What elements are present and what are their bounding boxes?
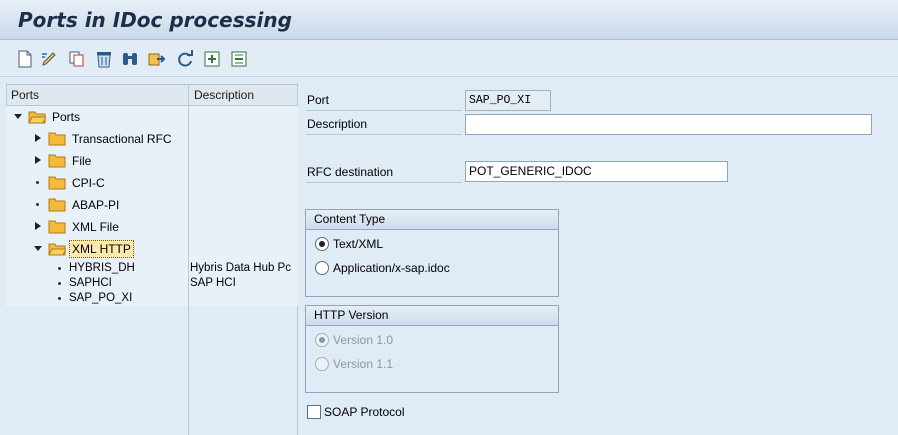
soap-protocol-row[interactable]: SOAP Protocol	[307, 404, 467, 422]
radio-button-icon[interactable]	[315, 237, 329, 251]
tree-node-xml-http[interactable]: XML HTTP	[6, 238, 298, 260]
collapse-icon[interactable]	[230, 50, 248, 68]
tree-label: Transactional RFC	[72, 132, 172, 146]
collapse-arrow-icon[interactable]	[14, 113, 22, 121]
folder-icon	[48, 220, 66, 234]
port-field[interactable]: SAP_PO_XI	[465, 90, 551, 111]
soap-protocol-checkbox[interactable]	[307, 405, 321, 419]
tree-leaf-sap-po-xi[interactable]: SAP_PO_XI	[6, 291, 298, 306]
port-detail-panel: Port SAP_PO_XI Description RFC destinati…	[300, 84, 898, 435]
ports-tree: Ports Description Ports Transactional RF…	[6, 84, 298, 435]
http-version-title: HTTP Version	[306, 306, 558, 326]
tree-node-transactional-rfc[interactable]: Transactional RFC	[6, 128, 298, 150]
page-title: Ports in IDoc processing	[18, 8, 292, 32]
description-row: Description	[306, 112, 886, 136]
tree-label: SAPHCI	[69, 277, 112, 289]
rfc-destination-label: RFC destination	[307, 165, 394, 179]
tree-node-ports[interactable]: Ports	[6, 106, 298, 128]
tree-label: Ports	[52, 110, 81, 124]
folder-icon	[48, 154, 66, 168]
bullet-icon	[58, 267, 61, 270]
tree-node-xml-file[interactable]: XML File	[6, 216, 298, 238]
tree-label-selected: XML HTTP	[69, 240, 134, 258]
copy-icon[interactable]	[68, 50, 86, 68]
folder-icon	[48, 198, 66, 212]
column-header-description[interactable]: Description	[190, 85, 298, 106]
content-type-title: Content Type	[306, 210, 558, 230]
radio-label: Text/XML	[333, 237, 384, 251]
collapse-arrow-icon[interactable]	[34, 245, 42, 253]
tree-label: HYBRIS_DH	[69, 262, 135, 274]
column-header-ports[interactable]: Ports	[7, 85, 189, 106]
divider	[306, 182, 462, 183]
tree-label: CPI-C	[72, 176, 105, 190]
divider	[306, 110, 462, 111]
title-bar: Ports in IDoc processing	[0, 0, 898, 40]
bullet-icon	[36, 181, 39, 184]
expand-arrow-icon[interactable]	[34, 156, 42, 164]
bullet-icon	[36, 203, 39, 206]
radio-button-icon	[315, 333, 329, 347]
bullet-icon	[58, 282, 61, 285]
soap-protocol-label: SOAP Protocol	[324, 405, 405, 419]
tree-leaf-hybris-dh[interactable]: HYBRIS_DH Hybris Data Hub Pc	[6, 261, 298, 276]
tree-header: Ports Description	[6, 84, 298, 106]
description-label: Description	[307, 117, 368, 131]
tree-description: SAP HCI	[190, 277, 236, 289]
rfc-destination-input[interactable]: POT_GENERIC_IDOC	[465, 161, 728, 182]
tree-label: File	[72, 154, 92, 168]
tree-empty-area	[6, 306, 298, 435]
radio-label: Application/x-sap.idoc	[333, 261, 450, 275]
radio-label: Version 1.1	[333, 357, 394, 371]
delete-icon[interactable]	[95, 50, 113, 68]
tree-node-file[interactable]: File	[6, 150, 298, 172]
folder-icon	[48, 176, 66, 190]
open-folder-icon	[48, 243, 66, 256]
radio-label: Version 1.0	[333, 333, 394, 347]
divider	[306, 134, 462, 135]
tree-node-cpi-c[interactable]: CPI-C	[6, 172, 298, 194]
tree-leaf-saphci[interactable]: SAPHCI SAP HCI	[6, 276, 298, 291]
tree-label: SAP_PO_XI	[69, 292, 133, 304]
refresh-icon[interactable]	[176, 50, 194, 68]
content-type-group: Content Type Text/XML Application/x-sap.…	[305, 209, 559, 297]
expand-arrow-icon[interactable]	[34, 222, 42, 230]
tree-node-abap-pi[interactable]: ABAP-PI	[6, 194, 298, 216]
open-folder-icon	[28, 111, 46, 124]
http-version-group: HTTP Version Version 1.0 Version 1.1	[305, 305, 559, 393]
description-input[interactable]	[465, 114, 872, 135]
radio-button-icon[interactable]	[315, 261, 329, 275]
folder-icon	[48, 132, 66, 146]
change-icon[interactable]	[41, 50, 59, 68]
expand-icon[interactable]	[203, 50, 221, 68]
application-toolbar	[0, 41, 898, 77]
expand-arrow-icon[interactable]	[34, 134, 42, 142]
port-label: Port	[307, 93, 330, 107]
tree-label: ABAP-PI	[72, 198, 120, 212]
port-row: Port SAP_PO_XI	[306, 88, 886, 112]
tree-label: XML File	[72, 220, 119, 234]
find-icon[interactable]	[121, 50, 139, 68]
bullet-icon	[58, 297, 61, 300]
new-document-icon[interactable]	[16, 50, 34, 68]
export-icon[interactable]	[148, 50, 166, 68]
radio-button-icon	[315, 357, 329, 371]
tree-description: Hybris Data Hub Pc	[190, 262, 291, 274]
rfc-destination-row: RFC destination POT_GENERIC_IDOC	[306, 160, 886, 184]
